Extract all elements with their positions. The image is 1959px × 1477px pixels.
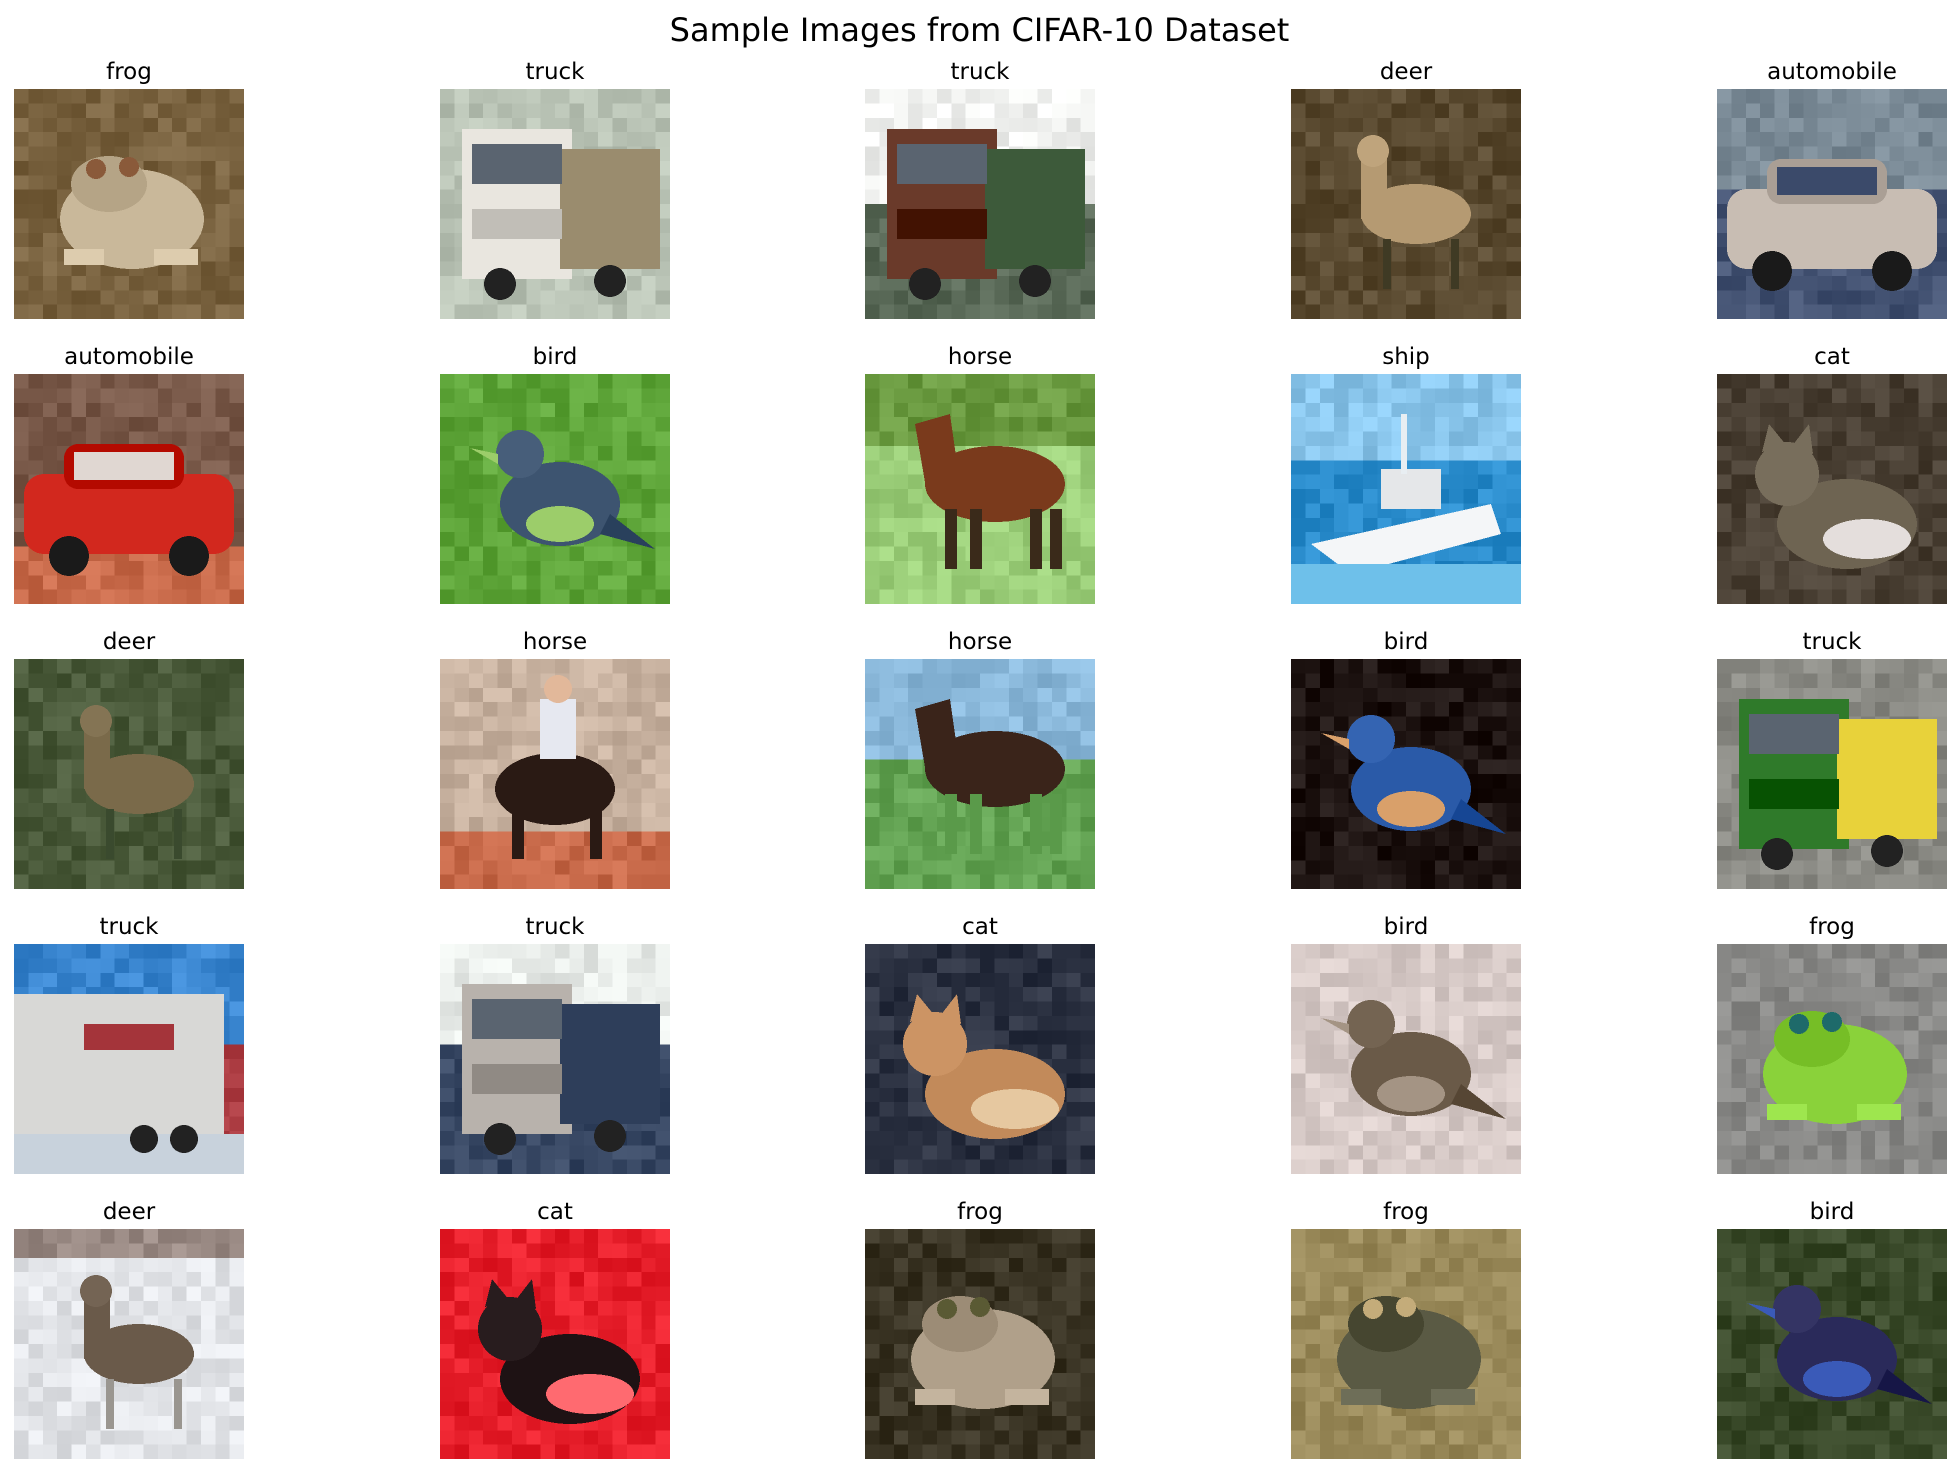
- frog-thumbnail: [14, 89, 244, 319]
- image-label: frog: [1383, 1199, 1429, 1225]
- truck-thumbnail: [440, 944, 670, 1174]
- horse-thumbnail: [865, 374, 1095, 604]
- image-label: truck: [99, 914, 159, 940]
- deer-thumbnail: [1291, 89, 1521, 319]
- image-label: frog: [957, 1199, 1003, 1225]
- thumbnail-image: [14, 659, 244, 889]
- thumbnail-image: [1291, 1229, 1521, 1459]
- image-label: cat: [1814, 344, 1850, 370]
- horse-thumbnail: [865, 659, 1095, 889]
- deer-thumbnail: [14, 1229, 244, 1459]
- image-label: deer: [102, 1199, 156, 1225]
- rider-thumbnail: [440, 659, 670, 889]
- deer-thumbnail: [14, 659, 244, 889]
- image-label: ship: [1382, 344, 1430, 370]
- thumbnail-image: [14, 944, 244, 1174]
- bird-thumbnail: [1291, 659, 1521, 889]
- image-label: bird: [1383, 914, 1429, 940]
- thumbnail-image: [1291, 659, 1521, 889]
- thumbnail-image: [865, 374, 1095, 604]
- image-label: cat: [537, 1199, 573, 1225]
- trailer-figure: [14, 994, 244, 1174]
- image-label: frog: [106, 59, 152, 85]
- image-label: horse: [522, 629, 588, 655]
- image-label: truck: [1802, 629, 1862, 655]
- image-label: bird: [532, 344, 578, 370]
- image-label: truck: [525, 59, 585, 85]
- thumbnail-image: [1717, 1229, 1947, 1459]
- truck-thumbnail: [440, 89, 670, 319]
- thumbnail-image: [440, 89, 670, 319]
- image-label: deer: [102, 629, 156, 655]
- car-thumbnail: [14, 374, 244, 604]
- truck-thumbnail: [865, 89, 1095, 319]
- thumbnail-image: [865, 944, 1095, 1174]
- image-label: automobile: [1767, 59, 1897, 85]
- frog-thumbnail: [865, 1229, 1095, 1459]
- bird-thumbnail: [440, 374, 670, 604]
- image-label: cat: [962, 914, 998, 940]
- image-label: truck: [525, 914, 585, 940]
- thumbnail-image: [1717, 89, 1947, 319]
- truck-thumbnail: [1717, 659, 1947, 889]
- image-label: frog: [1809, 914, 1855, 940]
- image-label: horse: [947, 344, 1013, 370]
- image-grid: frog truck truck deer automobile automobile bi…: [0, 0, 1959, 1477]
- image-label: horse: [947, 629, 1013, 655]
- thumbnail-image: [1717, 374, 1947, 604]
- thumbnail-image: [1291, 374, 1521, 604]
- car-thumbnail: [1717, 89, 1947, 319]
- image-label: truck: [950, 59, 1010, 85]
- thumbnail-image: [865, 89, 1095, 319]
- thumbnail-image: [14, 1229, 244, 1459]
- thumbnail-image: [1291, 89, 1521, 319]
- thumbnail-image: [440, 659, 670, 889]
- cat-thumbnail: [865, 944, 1095, 1174]
- bird-thumbnail: [1291, 944, 1521, 1174]
- trailer-thumbnail: [14, 944, 244, 1174]
- cat-thumbnail: [1717, 374, 1947, 604]
- thumbnail-image: [440, 944, 670, 1174]
- thumbnail-image: [1717, 944, 1947, 1174]
- ship-thumbnail: [1291, 374, 1521, 604]
- thumbnail-image: [14, 89, 244, 319]
- thumbnail-image: [440, 374, 670, 604]
- thumbnail-image: [440, 1229, 670, 1459]
- cat-thumbnail: [440, 1229, 670, 1459]
- thumbnail-image: [1291, 944, 1521, 1174]
- thumbnail-image: [865, 659, 1095, 889]
- image-label: bird: [1809, 1199, 1855, 1225]
- image-label: deer: [1379, 59, 1433, 85]
- bird-thumbnail: [1717, 1229, 1947, 1459]
- thumbnail-image: [14, 374, 244, 604]
- frog-thumbnail: [1291, 1229, 1521, 1459]
- thumbnail-image: [1717, 659, 1947, 889]
- frog-thumbnail: [1717, 944, 1947, 1174]
- thumbnail-image: [865, 1229, 1095, 1459]
- image-label: bird: [1383, 629, 1429, 655]
- image-label: automobile: [64, 344, 194, 370]
